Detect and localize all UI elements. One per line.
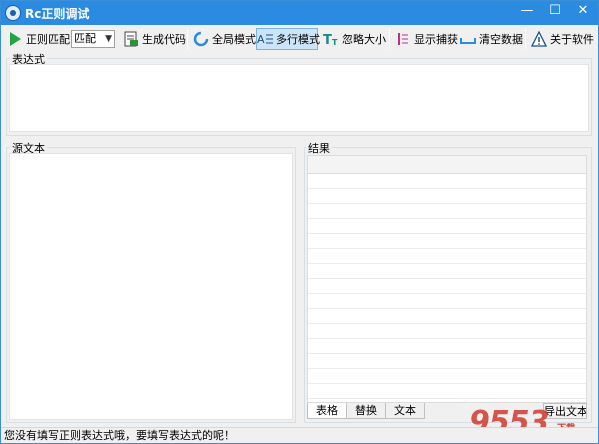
table-row xyxy=(308,369,586,384)
source-text-input[interactable] xyxy=(9,153,293,420)
app-window: Rc正则调试 — ☐ ✕ 正则匹配 生成代码 全局模式 A 多行模式 T T 忽… xyxy=(0,0,599,444)
result-table-header xyxy=(308,156,586,174)
result-label: 结果 xyxy=(306,140,332,156)
eraser-icon xyxy=(460,31,476,47)
table-row xyxy=(308,219,586,234)
chevron-down-icon: ▼ xyxy=(105,34,112,44)
status-message: 您没有填写正则表达式哦，要填写表达式的呢！ xyxy=(4,429,235,442)
regex-match-label: 正则匹配 xyxy=(26,33,70,46)
play-icon xyxy=(7,31,23,47)
table-row xyxy=(308,234,586,249)
toolbar-separator xyxy=(525,29,526,49)
minimize-button[interactable]: — xyxy=(513,1,541,23)
svg-text:T: T xyxy=(323,33,332,47)
svg-text:T: T xyxy=(332,38,338,47)
tab-table[interactable]: 表格 xyxy=(307,403,347,419)
app-logo-icon xyxy=(5,5,21,21)
toolbar-separator xyxy=(187,29,188,49)
title-bar[interactable]: Rc正则调试 — ☐ ✕ xyxy=(1,1,598,25)
table-row xyxy=(308,189,586,204)
global-mode-label: 全局模式 xyxy=(212,33,256,46)
maximize-button[interactable]: ☐ xyxy=(541,1,569,23)
capture-list-icon xyxy=(395,31,411,47)
table-row xyxy=(308,174,586,189)
toolbar-separator xyxy=(389,29,390,49)
regex-match-button[interactable]: 正则匹配 xyxy=(7,28,70,50)
close-button[interactable]: ✕ xyxy=(569,1,597,23)
tab-replace[interactable]: 替换 xyxy=(346,403,386,419)
about-label: 关于软件 xyxy=(550,33,594,46)
show-capture-label: 显示捕获 xyxy=(414,33,458,46)
table-row xyxy=(308,249,586,264)
multiline-text-icon: A xyxy=(257,31,273,47)
result-tabs: 表格 替换 文本 xyxy=(307,403,425,419)
svg-text:A: A xyxy=(257,33,265,46)
table-row xyxy=(308,309,586,324)
ignore-case-button[interactable]: TT 忽略大小 xyxy=(323,28,386,50)
window-title: Rc正则调试 xyxy=(25,7,90,21)
match-mode-select[interactable]: 匹配 ▼ xyxy=(71,30,115,48)
text-size-icon: TT xyxy=(323,31,339,48)
clear-data-label: 清空数据 xyxy=(479,33,523,46)
generate-code-button[interactable]: 生成代码 xyxy=(123,28,186,50)
tab-text[interactable]: 文本 xyxy=(385,403,425,419)
table-row xyxy=(308,324,586,339)
global-mode-button[interactable]: 全局模式 xyxy=(193,28,256,50)
multiline-mode-label: 多行模式 xyxy=(276,33,320,46)
expression-input[interactable] xyxy=(9,64,589,132)
match-mode-value: 匹配 xyxy=(74,32,96,45)
table-row xyxy=(308,294,586,309)
ignore-case-label: 忽略大小 xyxy=(342,33,386,46)
table-row xyxy=(308,354,586,369)
code-document-icon xyxy=(123,31,139,47)
clear-data-button[interactable]: 清空数据 xyxy=(460,28,523,50)
table-row xyxy=(308,204,586,219)
warning-triangle-icon xyxy=(530,30,548,47)
about-button[interactable]: 关于软件 xyxy=(530,28,594,50)
show-capture-button[interactable]: 显示捕获 xyxy=(395,28,458,50)
export-text-button[interactable]: 导出文本 xyxy=(543,403,587,419)
generate-code-label: 生成代码 xyxy=(142,33,186,46)
table-row xyxy=(308,279,586,294)
table-row xyxy=(308,264,586,279)
table-row xyxy=(308,384,586,399)
table-row xyxy=(308,339,586,354)
multiline-mode-button[interactable]: A 多行模式 xyxy=(256,28,320,50)
result-table[interactable] xyxy=(307,155,587,403)
status-bar: 您没有填写正则表达式哦，要填写表达式的呢！ xyxy=(1,427,598,443)
refresh-circle-icon xyxy=(193,31,209,47)
